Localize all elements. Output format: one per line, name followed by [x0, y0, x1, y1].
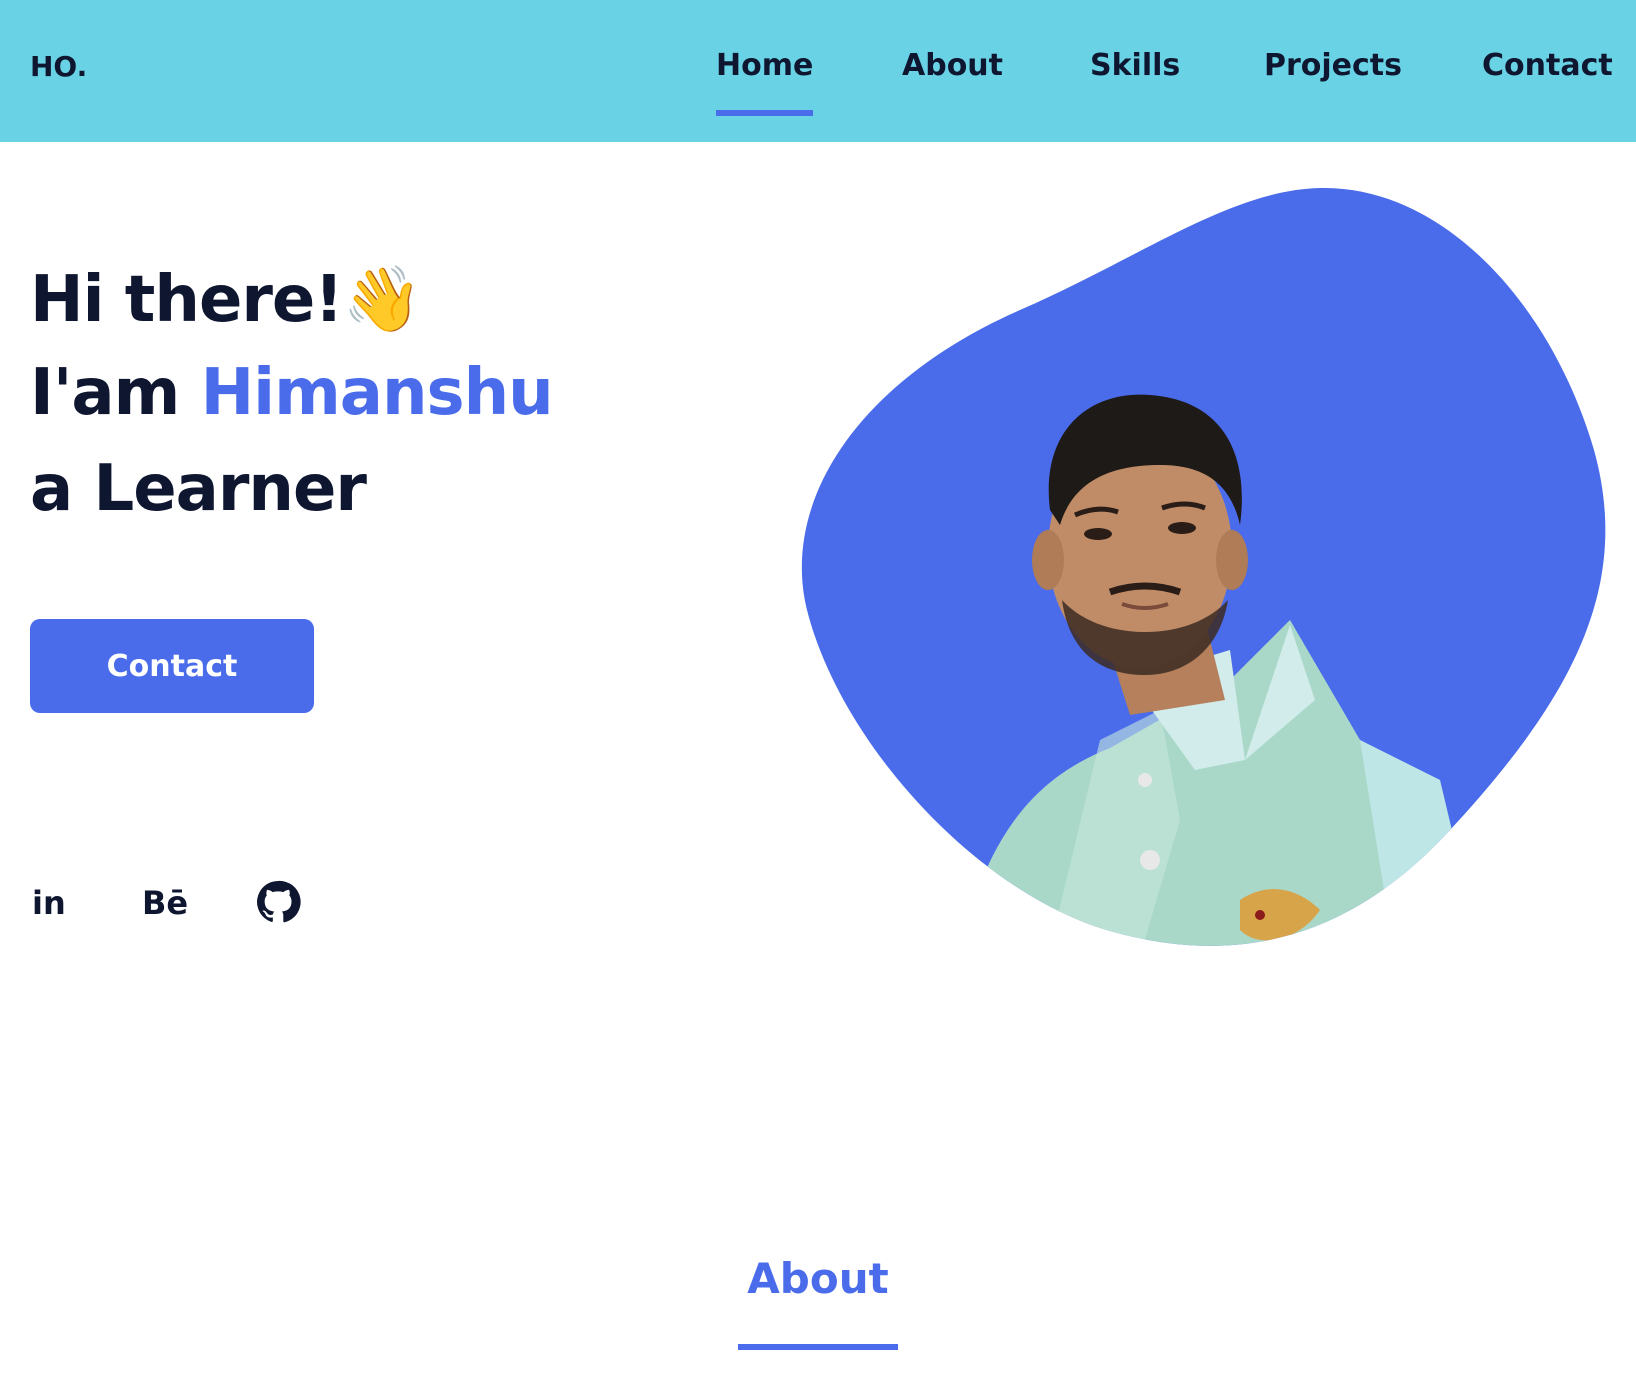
nav-active-indicator	[716, 110, 814, 116]
top-navbar: HO. Home About Skills Projects Contact	[0, 0, 1636, 142]
nav-about-label: About	[902, 48, 1004, 83]
github-icon[interactable]	[254, 878, 302, 926]
nav-skills-label: Skills	[1090, 48, 1181, 83]
nav-menu: Home About Skills Projects Contact	[0, 48, 1636, 128]
hero-greeting: Hi there!👋	[30, 262, 423, 337]
hero-name: Himanshu	[200, 356, 554, 430]
behance-icon[interactable]: Bē	[142, 884, 188, 922]
nav-about[interactable]: About	[902, 48, 1003, 83]
greeting-text: Hi there!	[30, 263, 343, 337]
nav-home-label: Home	[716, 48, 814, 83]
github-icon-graphic	[257, 880, 301, 923]
nav-skills[interactable]: Skills	[1090, 48, 1180, 83]
nav-projects-label: Projects	[1264, 48, 1403, 83]
nav-home[interactable]: Home	[716, 48, 814, 116]
nav-projects[interactable]: Projects	[1264, 48, 1402, 83]
contact-button[interactable]: Contact	[30, 619, 314, 713]
nav-contact[interactable]: Contact	[1482, 48, 1613, 83]
portrait-blob	[801, 187, 1606, 946]
about-section-title: About	[747, 1254, 889, 1303]
hero-intro: I'am Himanshu	[30, 356, 554, 430]
hero-role: a Learner	[30, 452, 367, 526]
wave-icon: 👋	[342, 263, 423, 337]
hero-portrait	[800, 180, 1636, 980]
linkedin-icon[interactable]: in	[32, 884, 66, 922]
nav-contact-label: Contact	[1482, 48, 1613, 83]
about-title-underline	[738, 1344, 898, 1350]
intro-prefix: I'am	[30, 356, 201, 430]
